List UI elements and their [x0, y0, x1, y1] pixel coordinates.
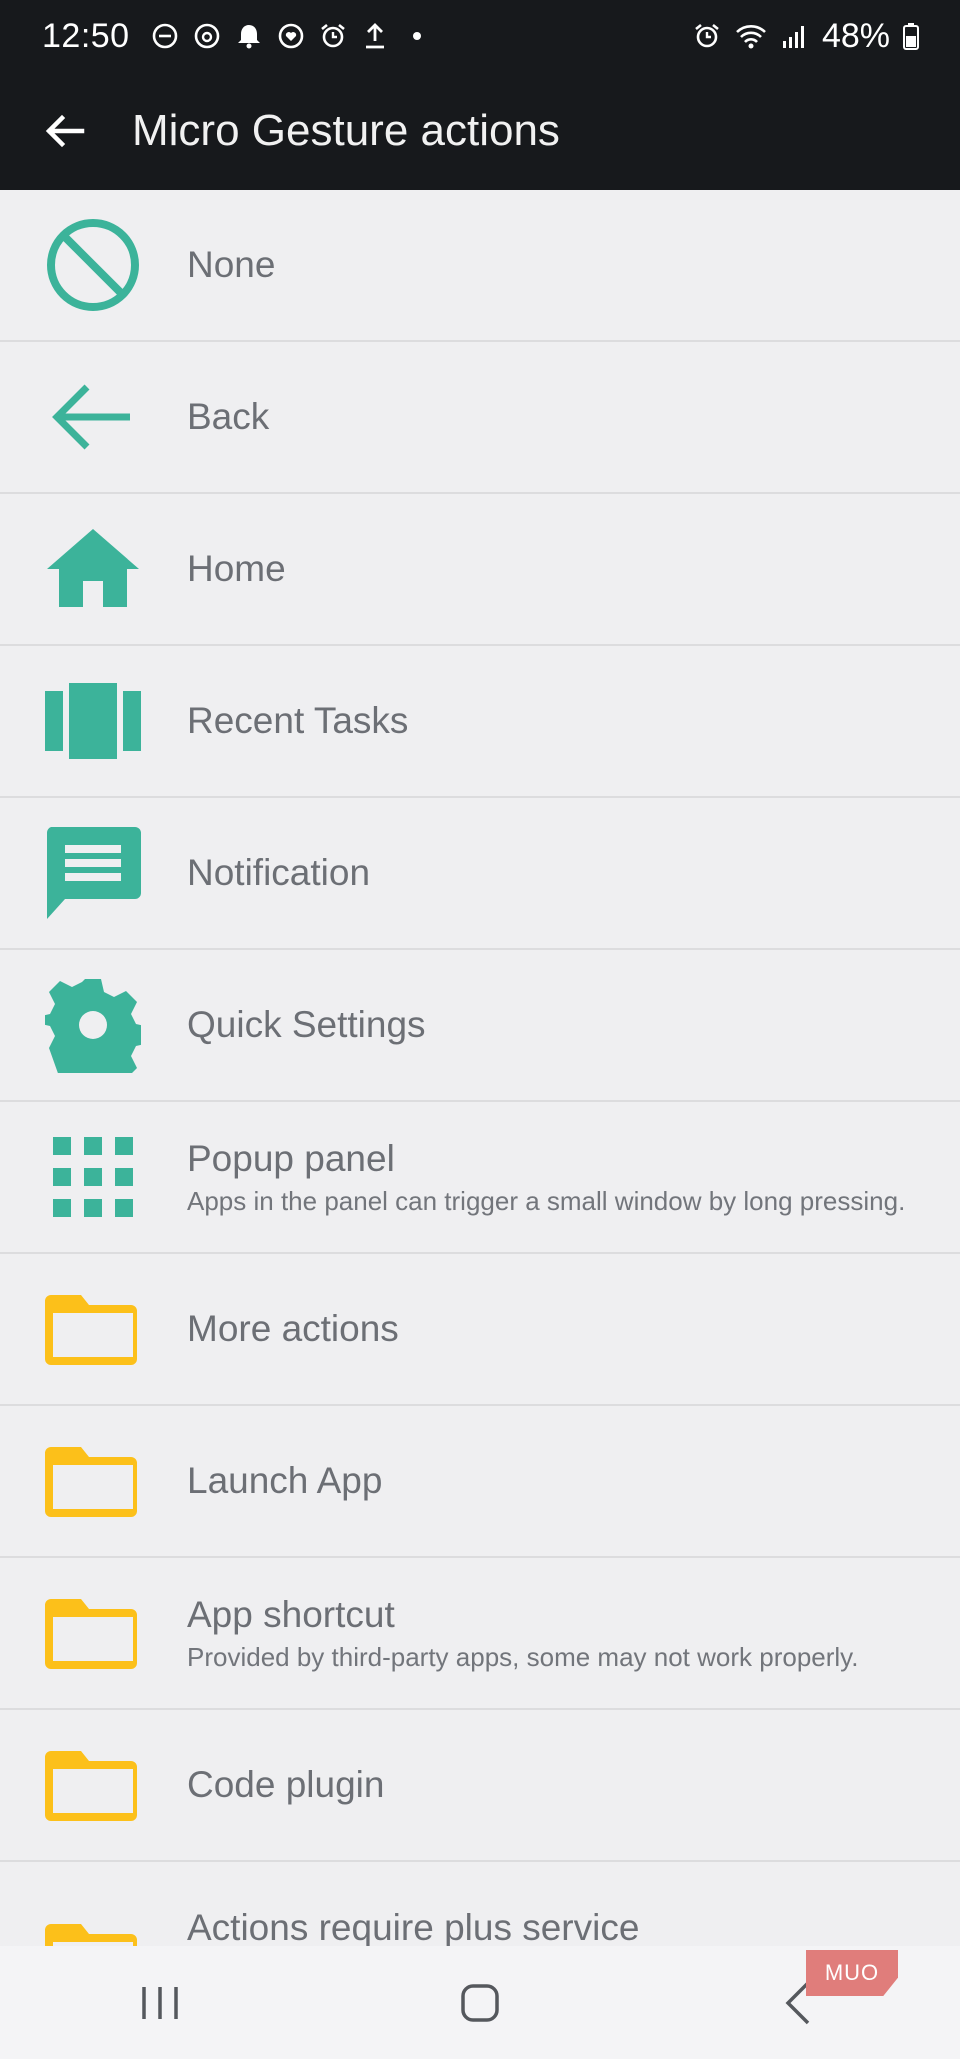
- item-title: Actions require plus service: [187, 1907, 640, 1948]
- item-title: None: [187, 244, 276, 285]
- item-title: Recent Tasks: [187, 700, 409, 741]
- heart-sync-icon: [278, 23, 303, 49]
- list-item-recent-tasks[interactable]: Recent Tasks: [0, 646, 960, 798]
- recent-tasks-icon: [45, 683, 141, 759]
- home-nav-icon: [461, 1983, 499, 2022]
- status-time: 12:50: [42, 16, 130, 55]
- status-bar: 12:50 48%: [0, 0, 960, 72]
- home-nav-button[interactable]: [435, 1963, 525, 2043]
- item-subtitle: Apps in the panel can trigger a small wi…: [187, 1186, 906, 1216]
- item-title: Code plugin: [187, 1764, 385, 1805]
- list-item-plus-service[interactable]: Actions require plus service: [0, 1862, 960, 1954]
- watermark-logo: MUO: [806, 1950, 898, 1996]
- item-title: Notification: [187, 852, 371, 893]
- status-system-icons: 48%: [692, 17, 920, 56]
- list-item-app-shortcut[interactable]: App shortcut Provided by third-party app…: [0, 1558, 960, 1710]
- back-arrow-icon: [52, 384, 130, 450]
- list-item-launch-app[interactable]: Launch App: [0, 1406, 960, 1558]
- threads-icon: [194, 23, 219, 49]
- alarm-icon: [695, 23, 719, 48]
- wifi-icon: [736, 25, 766, 49]
- dnd-icon: [152, 23, 177, 49]
- battery-percentage: 48%: [821, 16, 890, 55]
- actions-list: None Back Home Recent Tasks Notification…: [0, 190, 960, 1954]
- item-title: Quick Settings: [187, 1004, 426, 1045]
- list-item-none[interactable]: None: [0, 190, 960, 342]
- folder-icon: [45, 1447, 137, 1517]
- list-item-home[interactable]: Home: [0, 494, 960, 646]
- item-title: Launch App: [187, 1460, 383, 1501]
- item-title: App shortcut: [187, 1594, 395, 1635]
- item-title: Back: [187, 396, 270, 437]
- gear-icon: [45, 979, 141, 1073]
- bell-icon: [237, 25, 260, 49]
- list-item-back[interactable]: Back: [0, 342, 960, 494]
- item-title: Popup panel: [187, 1138, 395, 1179]
- folder-icon: [45, 1599, 137, 1669]
- page-title: Micro Gesture actions: [132, 106, 560, 155]
- notification-icon: [46, 827, 141, 919]
- recents-nav-icon: [142, 1986, 178, 2019]
- folder-icon: [45, 1751, 137, 1821]
- back-button[interactable]: [34, 100, 96, 162]
- signal-icon: [782, 26, 804, 48]
- recents-nav-button[interactable]: [115, 1963, 205, 2043]
- dot-icon: [412, 32, 421, 40]
- none-icon: [47, 219, 139, 311]
- app-bar: Micro Gesture actions: [0, 72, 960, 190]
- list-item-more-actions[interactable]: More actions: [0, 1254, 960, 1406]
- item-title: Home: [187, 548, 286, 589]
- list-item-popup-panel[interactable]: Popup panel Apps in the panel can trigge…: [0, 1102, 960, 1254]
- item-title: More actions: [187, 1308, 399, 1349]
- alarm-icon: [320, 23, 345, 48]
- grid-icon: [53, 1137, 133, 1217]
- list-item-quick-settings[interactable]: Quick Settings: [0, 950, 960, 1102]
- home-icon: [47, 529, 139, 607]
- status-notification-icons: [150, 21, 432, 51]
- folder-icon: [45, 1295, 137, 1365]
- list-item-notification[interactable]: Notification: [0, 798, 960, 950]
- battery-icon: [903, 23, 919, 50]
- arrow-left-icon: [45, 114, 85, 148]
- upload-icon: [365, 23, 384, 49]
- item-subtitle: Provided by third-party apps, some may n…: [187, 1642, 859, 1672]
- list-item-code-plugin[interactable]: Code plugin: [0, 1710, 960, 1862]
- screen: 12:50 48% Micro Gesture actions None Bac…: [0, 0, 960, 2059]
